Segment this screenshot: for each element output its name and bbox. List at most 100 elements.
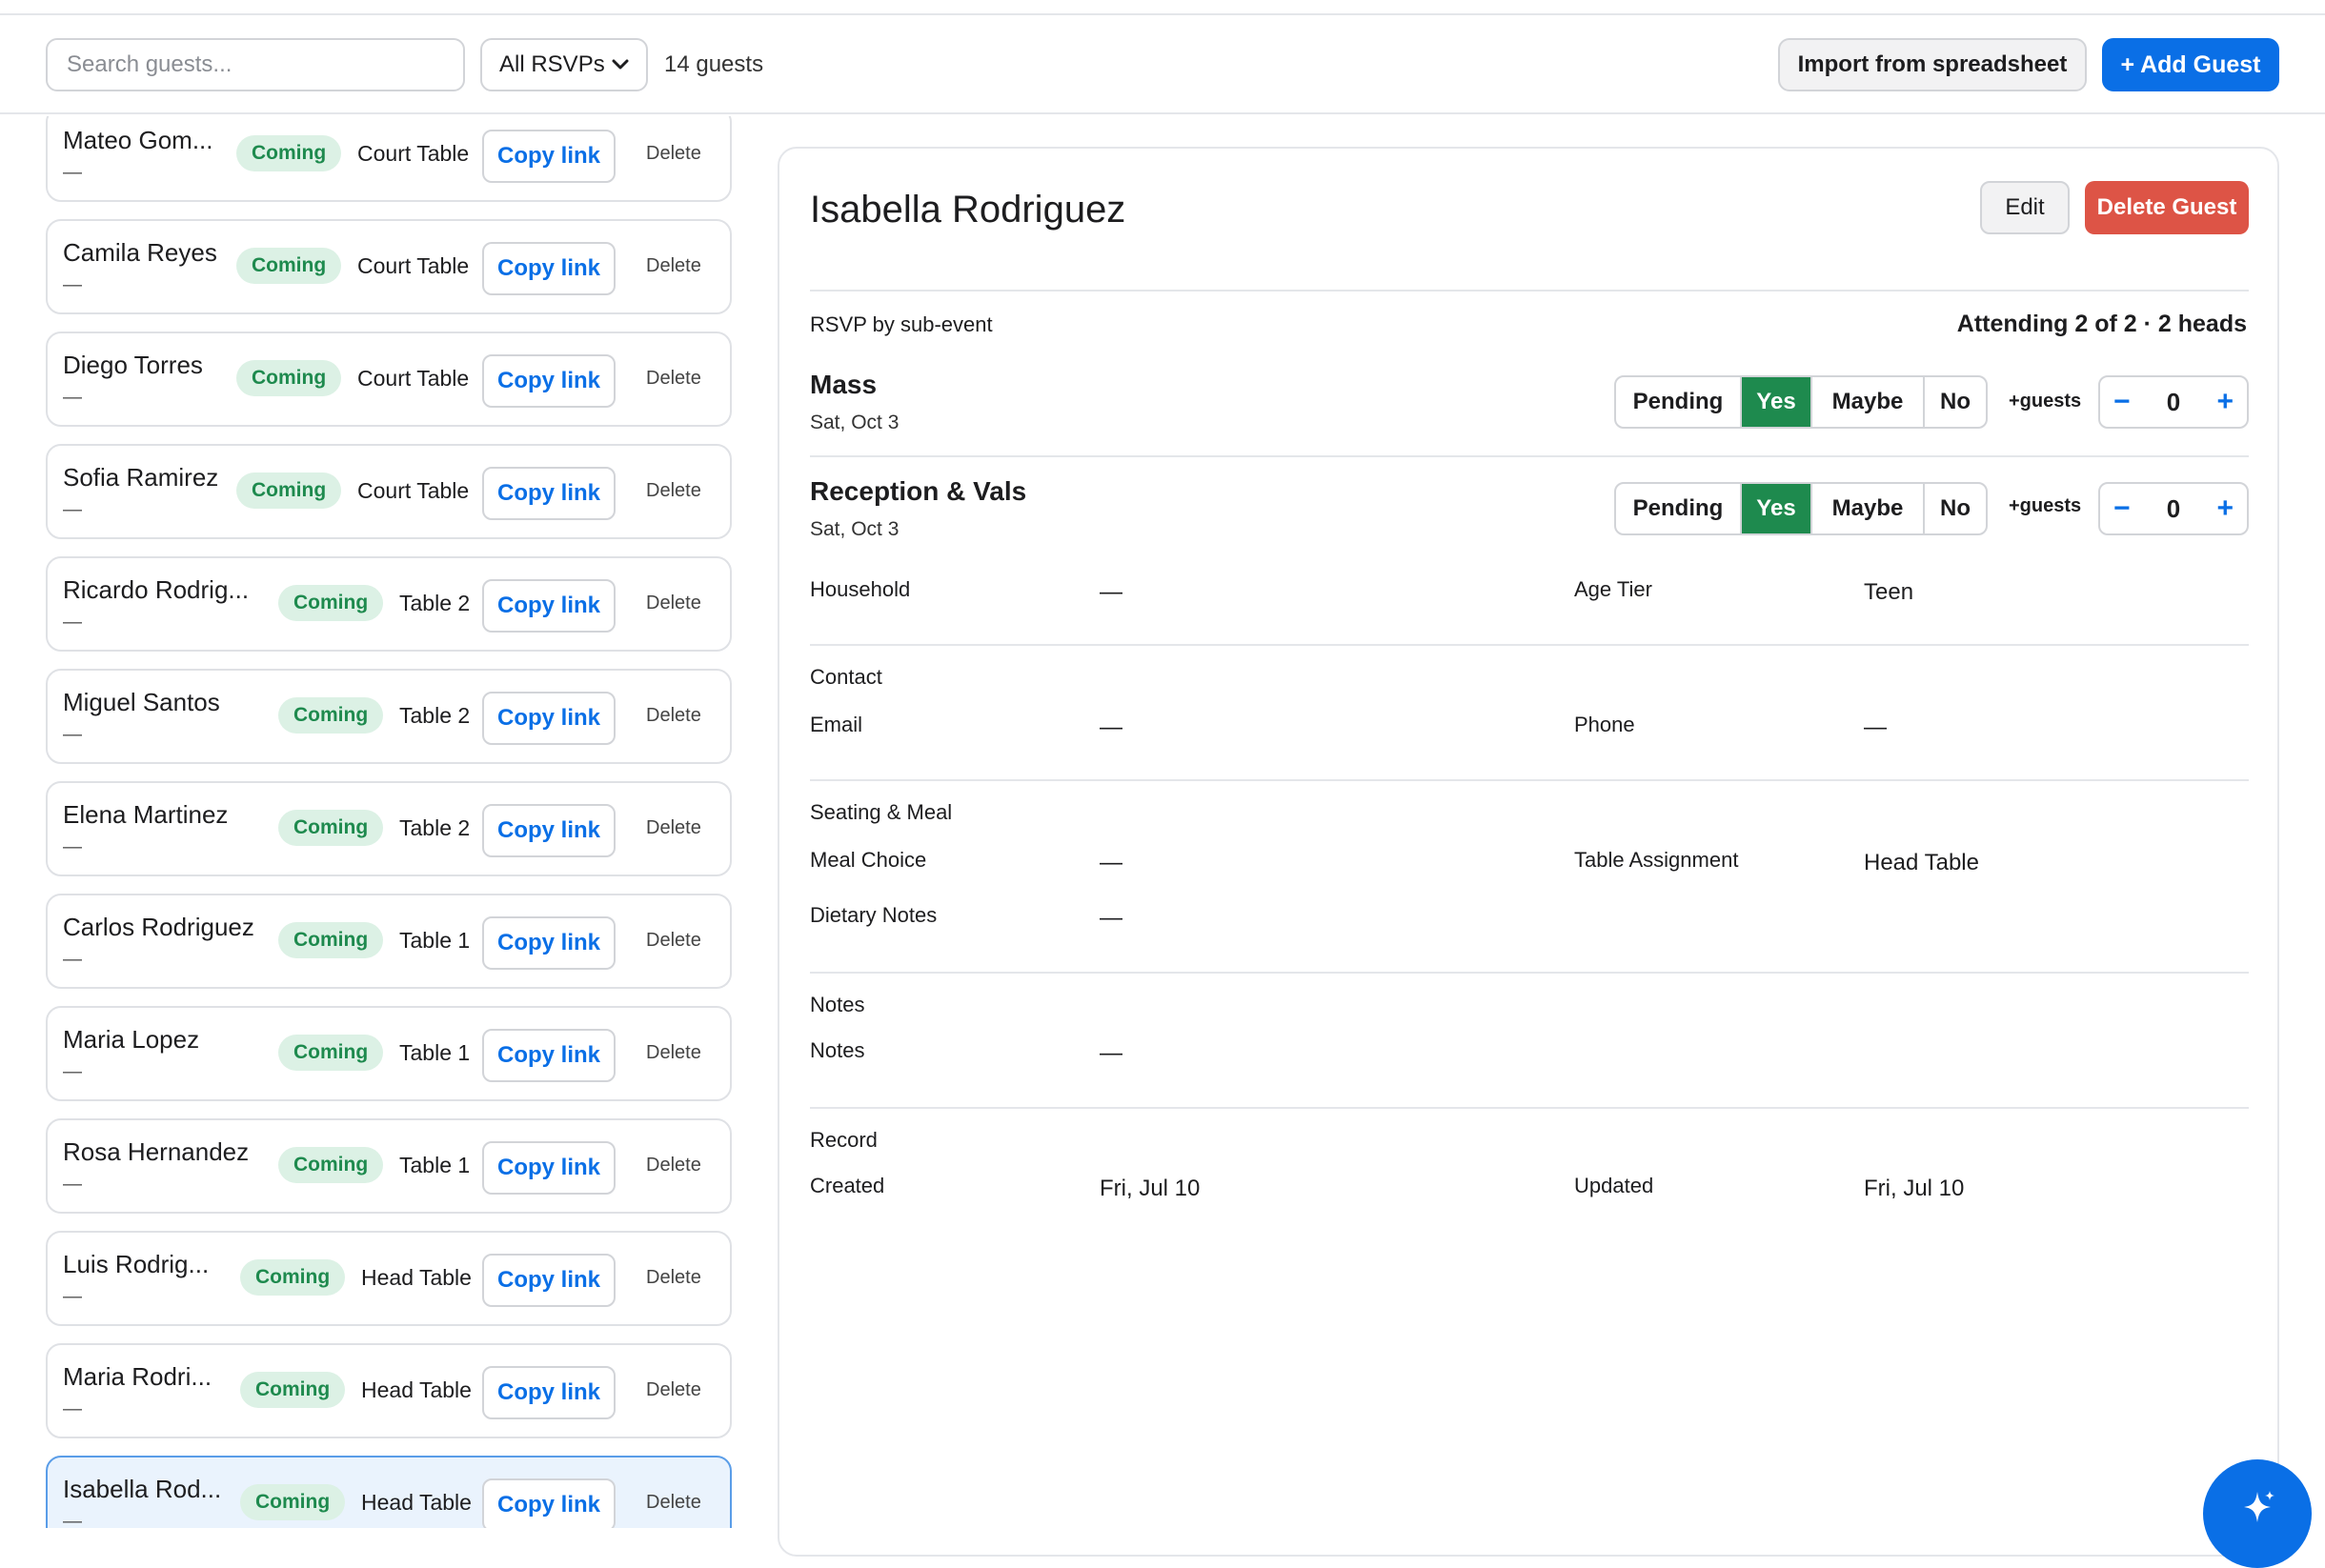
divider: [810, 972, 2249, 974]
guest-table: Court Table: [357, 478, 470, 503]
import-spreadsheet-button[interactable]: Import from spreadsheet: [1778, 38, 2087, 91]
copy-link-button[interactable]: Copy link: [482, 1254, 616, 1307]
extra-guests-stepper: − 0 +: [2098, 482, 2249, 535]
guest-name: Camila Reyes: [63, 238, 217, 267]
copy-link-button[interactable]: Copy link: [482, 130, 616, 183]
guest-row[interactable]: Miguel Santos — Coming Table 2 Copy link…: [46, 669, 732, 764]
guest-table: Table 2: [399, 815, 471, 840]
delete-guest-link[interactable]: Delete: [646, 480, 701, 502]
delete-guest-link[interactable]: Delete: [646, 255, 701, 277]
copy-link-button[interactable]: Copy link: [482, 692, 616, 745]
copy-link-button[interactable]: Copy link: [482, 916, 616, 970]
guest-name: Rosa Hernandez: [63, 1137, 250, 1166]
guest-row-selected[interactable]: Isabella Rod... — Coming Head Table Copy…: [46, 1456, 732, 1528]
rsvp-status-badge: Coming: [240, 1259, 346, 1296]
rsvp-status-badge: Coming: [236, 472, 342, 509]
guest-household: —: [63, 612, 82, 633]
copy-link-button[interactable]: Copy link: [482, 1478, 616, 1528]
rsvp-section-heading: RSVP by sub-event: [810, 312, 993, 336]
delete-guest-link[interactable]: Delete: [646, 817, 701, 839]
rsvp-option-no[interactable]: No: [1925, 377, 1986, 427]
guest-household: —: [63, 836, 82, 857]
guest-row[interactable]: Rosa Hernandez — Coming Table 1 Copy lin…: [46, 1118, 732, 1214]
email-label: Email: [810, 713, 863, 736]
notes-value: —: [1100, 1040, 1122, 1066]
rsvp-status-badge: Coming: [278, 697, 384, 734]
guest-row[interactable]: Sofia Ramirez — Coming Court Table Copy …: [46, 444, 732, 539]
guest-household: —: [63, 1286, 82, 1307]
copy-link-button[interactable]: Copy link: [482, 467, 616, 520]
rsvp-status-badge: Coming: [236, 135, 342, 171]
copy-link-button[interactable]: Copy link: [482, 354, 616, 408]
event-name: Mass: [810, 370, 878, 399]
guest-row[interactable]: Camila Reyes — Coming Court Table Copy l…: [46, 219, 732, 314]
extra-guests-value: 0: [2166, 387, 2181, 416]
guest-row[interactable]: Maria Lopez — Coming Table 1 Copy link D…: [46, 1006, 732, 1101]
delete-guest-link[interactable]: Delete: [646, 705, 701, 727]
guest-name: Ricardo Rodrig...: [63, 575, 250, 604]
delete-guest-button[interactable]: Delete Guest: [2085, 181, 2249, 234]
updated-value: Fri, Jul 10: [1864, 1176, 1965, 1201]
delete-guest-link[interactable]: Delete: [646, 1379, 701, 1401]
rsvp-option-maybe[interactable]: Maybe: [1812, 484, 1925, 533]
guest-row[interactable]: Carlos Rodriguez — Coming Table 1 Copy l…: [46, 894, 732, 989]
guest-row[interactable]: Luis Rodrig... — Coming Head Table Copy …: [46, 1231, 732, 1326]
rsvp-status-badge: Coming: [278, 585, 384, 621]
rsvp-status-badge: Coming: [236, 360, 342, 396]
guest-detail-name: Isabella Rodriguez: [810, 189, 1126, 231]
rsvp-option-no[interactable]: No: [1925, 484, 1986, 533]
guest-row[interactable]: Elena Martinez — Coming Table 2 Copy lin…: [46, 781, 732, 876]
decrement-button[interactable]: −: [2113, 494, 2131, 523]
attending-summary: Attending 2 of 2 · 2 heads: [1956, 311, 2247, 337]
rsvp-option-pending[interactable]: Pending: [1616, 484, 1742, 533]
guest-row[interactable]: Ricardo Rodrig... — Coming Table 2 Copy …: [46, 556, 732, 652]
delete-guest-link[interactable]: Delete: [646, 1492, 701, 1514]
edit-button[interactable]: Edit: [1980, 181, 2070, 234]
guest-row[interactable]: Mateo Gom... — Coming Court Table Copy l…: [46, 116, 732, 202]
copy-link-button[interactable]: Copy link: [482, 804, 616, 857]
guest-household: —: [63, 162, 82, 183]
record-heading: Record: [810, 1128, 878, 1152]
delete-guest-link[interactable]: Delete: [646, 930, 701, 952]
delete-guest-link[interactable]: Delete: [646, 1267, 701, 1289]
delete-guest-link[interactable]: Delete: [646, 1042, 701, 1064]
seating-heading: Seating & Meal: [810, 800, 953, 824]
rsvp-option-maybe[interactable]: Maybe: [1812, 377, 1925, 427]
rsvp-status-badge: Coming: [278, 1035, 384, 1071]
rsvp-option-pending[interactable]: Pending: [1616, 377, 1742, 427]
guest-household: —: [63, 1061, 82, 1082]
window-top-edge: [0, 0, 2325, 15]
notes-label: Notes: [810, 1038, 865, 1062]
increment-button[interactable]: +: [2216, 494, 2234, 523]
guest-list[interactable]: Mateo Gom... — Coming Court Table Copy l…: [0, 116, 762, 1528]
delete-guest-link[interactable]: Delete: [646, 143, 701, 165]
copy-link-button[interactable]: Copy link: [482, 579, 616, 633]
delete-guest-link[interactable]: Delete: [646, 368, 701, 390]
copy-link-button[interactable]: Copy link: [482, 242, 616, 295]
age-tier-label: Age Tier: [1574, 577, 1652, 601]
copy-link-button[interactable]: Copy link: [482, 1141, 616, 1195]
increment-button[interactable]: +: [2216, 388, 2234, 416]
assistant-fab-button[interactable]: [2203, 1459, 2312, 1568]
delete-guest-link[interactable]: Delete: [646, 1155, 701, 1176]
delete-guest-link[interactable]: Delete: [646, 593, 701, 614]
add-guest-button[interactable]: + Add Guest: [2102, 38, 2279, 91]
guest-table: Head Table: [361, 1377, 472, 1402]
copy-link-button[interactable]: Copy link: [482, 1366, 616, 1419]
guest-detail-panel: Isabella Rodriguez Edit Delete Guest RSV…: [778, 147, 2279, 1557]
phone-label: Phone: [1574, 713, 1635, 736]
search-input[interactable]: [46, 38, 465, 91]
rsvp-option-yes[interactable]: Yes: [1742, 484, 1812, 533]
notes-heading: Notes: [810, 993, 865, 1016]
guest-row[interactable]: Maria Rodri... — Coming Head Table Copy …: [46, 1343, 732, 1438]
copy-link-button[interactable]: Copy link: [482, 1029, 616, 1082]
rsvp-filter-select[interactable]: All RSVPs: [480, 38, 648, 91]
rsvp-status-badge: Coming: [236, 248, 342, 284]
guest-household: —: [63, 1398, 82, 1419]
guest-household: —: [63, 1174, 82, 1195]
divider: [810, 644, 2249, 646]
rsvp-option-yes[interactable]: Yes: [1742, 377, 1812, 427]
decrement-button[interactable]: −: [2113, 388, 2131, 416]
rsvp-segmented-control: Pending Yes Maybe No: [1614, 482, 1988, 535]
guest-row[interactable]: Diego Torres — Coming Court Table Copy l…: [46, 332, 732, 427]
